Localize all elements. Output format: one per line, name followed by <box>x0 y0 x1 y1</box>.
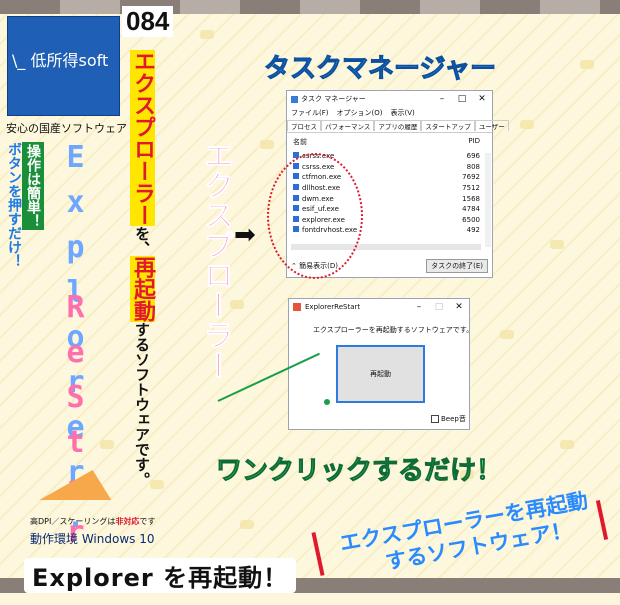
tab-app-history[interactable]: アプリの履歴 <box>374 120 422 131</box>
vertical-big-explorer: エクスプローラー <box>198 140 234 381</box>
menu-options[interactable]: オプション(O) <box>337 108 383 118</box>
desc-part2: を、 <box>133 226 151 256</box>
vertical-description: エクスプローラーを、再起動するソフトウェアです。 <box>126 50 158 487</box>
restart-window: ExplorerReStart – □ ✕ エクスプローラーを再起動するソフトウ… <box>288 298 474 430</box>
desc-part1: エクスプローラー <box>130 50 155 226</box>
hidpi-prefix: 高DPI／スケーリングは <box>30 517 116 526</box>
minimize-icon[interactable]: – <box>409 302 429 312</box>
logo: \_ 低所得soft <box>7 16 120 116</box>
logo-text: \_ 低所得soft <box>12 51 109 70</box>
beep-label: Beep音 <box>441 415 466 423</box>
vertical-op-line1: 操作は簡単！ <box>22 142 44 230</box>
restart-description: エクスプローラーを再起動するソフトウェアです。 <box>313 326 474 334</box>
minimize-icon[interactable]: – <box>432 94 452 104</box>
vertical-op-line2: ボタンを押すだけ！ <box>6 142 22 268</box>
process-pid: 492 <box>466 226 480 235</box>
hidpi-suffix: です <box>139 517 156 526</box>
pointer-dot <box>324 399 330 405</box>
tab-performance[interactable]: パフォーマンス <box>321 120 375 131</box>
bottom-caption: Explorer を再起動！ <box>24 558 297 593</box>
process-pid: 6500 <box>462 215 480 224</box>
window-title: タスク マネージャー <box>301 95 366 103</box>
arrow-right-icon: ➡ <box>234 220 256 250</box>
menu-file[interactable]: ファイル(F) <box>291 108 329 118</box>
column-header: 名前 PID <box>287 133 492 151</box>
beep-checkbox[interactable]: Beep音 <box>431 414 466 424</box>
app-icon <box>293 303 301 311</box>
task-manager-titlebar: タスク マネージャー – □ ✕ <box>287 91 492 107</box>
restart-button[interactable]: 再起動 <box>336 345 425 403</box>
menu-bar: ファイル(F) オプション(O) 表示(V) <box>287 107 492 119</box>
maximize-icon[interactable]: □ <box>429 302 449 312</box>
tab-users[interactable]: ユーザー <box>474 120 509 131</box>
one-click-heading: ワンクリックするだけ！ <box>215 456 503 487</box>
window-title: ExplorerReStart <box>305 303 361 311</box>
close-icon[interactable]: ✕ <box>472 94 492 104</box>
hidpi-red: 非対応 <box>115 517 140 526</box>
end-task-button[interactable]: タスクの終了(E) <box>426 259 488 273</box>
column-name[interactable]: 名前 <box>293 137 307 149</box>
process-pid: 1568 <box>462 194 480 203</box>
tab-processes[interactable]: プロセス <box>287 120 321 131</box>
logo-tagline: 安心の国産ソフトウェア <box>6 122 127 135</box>
process-pid: 7512 <box>462 184 480 193</box>
tab-strip: プロセス パフォーマンス アプリの履歴 スタートアップ ユーザー <box>287 119 509 133</box>
maximize-icon[interactable]: □ <box>452 94 472 104</box>
desc-part4: するソフトウェアです。 <box>133 322 151 487</box>
task-manager-heading: タスクマネージャー <box>263 54 497 85</box>
issue-number: 084 <box>122 6 174 37</box>
desc-part3: 再起動 <box>130 256 155 322</box>
menu-view[interactable]: 表示(V) <box>390 108 414 118</box>
hidpi-note: 高DPI／スケーリングは非対応です <box>30 516 155 527</box>
process-pid: 4784 <box>462 205 480 214</box>
vertical-scrollbar[interactable] <box>485 153 491 247</box>
tab-startup[interactable]: スタートアップ <box>421 120 475 131</box>
process-pid: 7692 <box>462 173 480 182</box>
app-icon <box>291 95 298 103</box>
top-band <box>0 0 620 14</box>
highlight-circle <box>267 153 363 279</box>
process-pid: 696 <box>466 152 480 161</box>
checkbox-icon[interactable] <box>431 415 439 423</box>
close-icon[interactable]: ✕ <box>449 302 469 312</box>
restart-titlebar: ExplorerReStart – □ ✕ <box>289 299 469 315</box>
environment-label: 動作環境 Windows 10 <box>30 532 155 546</box>
column-pid[interactable]: PID <box>468 137 480 149</box>
process-pid: 808 <box>466 162 480 171</box>
